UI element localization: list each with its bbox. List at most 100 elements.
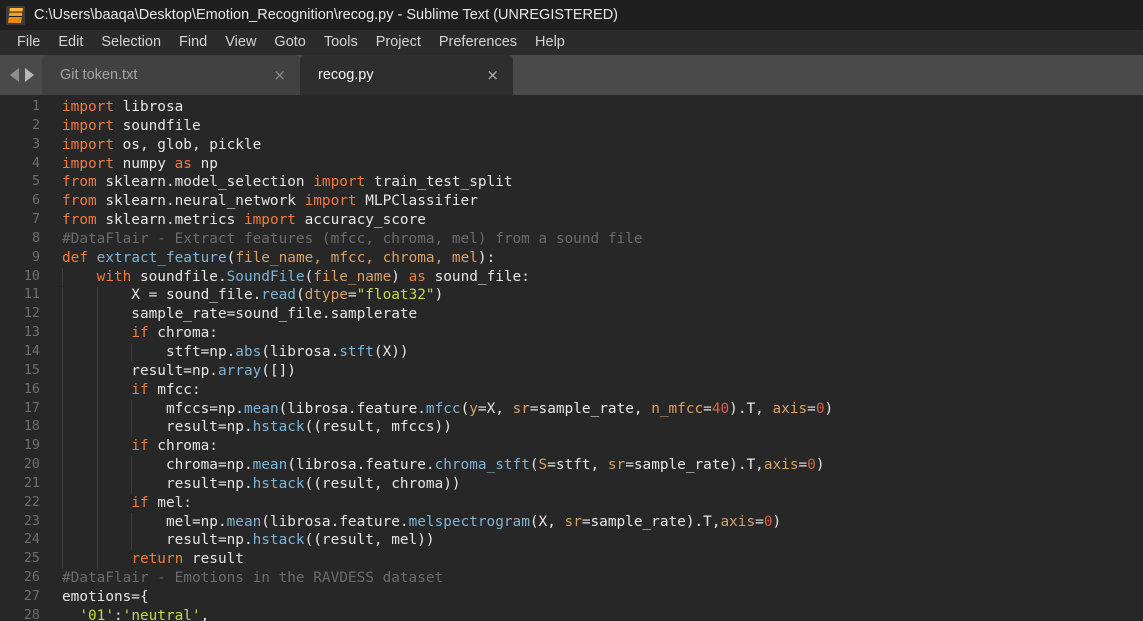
line-number: 13 xyxy=(23,325,40,341)
menu-bar: File Edit Selection Find View Goto Tools Projec… xyxy=(0,30,1143,55)
code-line: 18 result=np.hstack((result, mfccs)) xyxy=(0,418,1143,437)
menu-item-edit[interactable]: Edit xyxy=(49,30,92,55)
code-line: 13 if chroma: xyxy=(0,324,1143,343)
menu-item-help[interactable]: Help xyxy=(526,30,574,55)
code-content[interactable]: 1 import librosa 2 import soundfile 3 import … xyxy=(0,95,1143,621)
arrow-right-icon[interactable] xyxy=(25,68,34,82)
menu-item-view[interactable]: View xyxy=(216,30,265,55)
line-number: 23 xyxy=(23,513,40,529)
code-line-text[interactable]: return result xyxy=(46,550,1143,569)
line-number: 21 xyxy=(23,475,40,491)
menu-item-find[interactable]: Find xyxy=(170,30,216,55)
code-line-text[interactable]: sample_rate=sound_file.samplerate xyxy=(46,305,1143,324)
code-line-text[interactable]: if mfcc: xyxy=(46,381,1143,400)
code-line: 22 if mel: xyxy=(0,494,1143,513)
code-line: 21 result=np.hstack((result, chroma)) xyxy=(0,475,1143,494)
code-line-text[interactable]: chroma=np.mean(librosa.feature.chroma_st… xyxy=(46,456,1143,475)
menu-item-goto[interactable]: Goto xyxy=(265,30,314,55)
code-line: 20 chroma=np.mean(librosa.feature.chroma… xyxy=(0,456,1143,475)
code-line-text[interactable]: X = sound_file.read(dtype="float32") xyxy=(46,286,1143,305)
tab-git-token-txt[interactable]: Git token.txt × xyxy=(42,55,300,95)
menu-item-project[interactable]: Project xyxy=(367,30,430,55)
line-number: 26 xyxy=(23,570,40,586)
code-line-text[interactable]: #DataFlair - Emotions in the RAVDESS dat… xyxy=(46,569,1143,588)
line-number: 5 xyxy=(31,174,40,190)
code-line: 23 mel=np.mean(librosa.feature.melspectr… xyxy=(0,513,1143,532)
arrow-left-icon[interactable] xyxy=(10,68,19,82)
code-line-text[interactable]: result=np.hstack((result, chroma)) xyxy=(46,475,1143,494)
code-line-text[interactable]: import librosa xyxy=(46,98,1143,117)
code-line-text[interactable]: emotions={ xyxy=(46,588,1143,607)
line-number: 1 xyxy=(31,99,40,114)
line-number: 10 xyxy=(23,268,40,284)
code-line-text[interactable]: result=np.hstack((result, mfccs)) xyxy=(46,418,1143,437)
code-line: 25 return result xyxy=(0,550,1143,569)
sublime-text-icon xyxy=(6,5,25,25)
code-line: 8 #DataFlair - Extract features (mfcc, ch… xyxy=(0,230,1143,249)
code-line: 7 from sklearn.metrics import accuracy_sc… xyxy=(0,211,1143,230)
code-line: 9 def extract_feature(file_name, mfcc, ch… xyxy=(0,249,1143,268)
code-line-text[interactable]: mfccs=np.mean(librosa.feature.mfcc(y=X, … xyxy=(46,400,1143,419)
code-line-text[interactable]: mel=np.mean(librosa.feature.melspectrogr… xyxy=(46,513,1143,532)
menu-item-tools[interactable]: Tools xyxy=(315,30,367,55)
code-line-text[interactable]: def extract_feature(file_name, mfcc, chr… xyxy=(46,249,1143,268)
line-number: 7 xyxy=(31,212,40,228)
line-number: 20 xyxy=(23,457,40,473)
code-line: 2 import soundfile xyxy=(0,117,1143,136)
menu-item-preferences[interactable]: Preferences xyxy=(430,30,526,55)
code-line-text[interactable]: import os, glob, pickle xyxy=(46,136,1143,155)
line-number: 18 xyxy=(23,419,40,435)
line-number: 24 xyxy=(23,532,40,548)
code-line-text[interactable]: if mel: xyxy=(46,494,1143,513)
code-line-text[interactable]: stft=np.abs(librosa.stft(X)) xyxy=(46,343,1143,362)
line-number: 6 xyxy=(31,193,40,209)
code-line: 26 #DataFlair - Emotions in the RAVDESS d… xyxy=(0,569,1143,588)
line-number: 4 xyxy=(31,155,40,171)
line-number: 28 xyxy=(23,607,40,621)
code-editor[interactable]: 1 import librosa 2 import soundfile 3 import … xyxy=(0,95,1143,621)
code-line-text[interactable]: with soundfile.SoundFile(file_name) as s… xyxy=(46,268,1143,287)
code-line: 11 X = sound_file.read(dtype="float32") xyxy=(0,286,1143,305)
line-number: 16 xyxy=(23,381,40,397)
line-number: 15 xyxy=(23,362,40,378)
line-number: 27 xyxy=(23,588,40,604)
menu-item-file[interactable]: File xyxy=(8,30,49,55)
line-number: 3 xyxy=(31,136,40,152)
code-line-text[interactable]: import soundfile xyxy=(46,117,1143,136)
tab-navigation xyxy=(0,55,42,95)
code-line: 10 with soundfile.SoundFile(file_name) a… xyxy=(0,268,1143,287)
code-line-text[interactable]: from sklearn.neural_network import MLPCl… xyxy=(46,192,1143,211)
close-icon[interactable]: × xyxy=(273,67,286,83)
code-line-text[interactable]: if chroma: xyxy=(46,437,1143,456)
code-line-text[interactable]: import numpy as np xyxy=(46,155,1143,174)
code-line: 4 import numpy as np xyxy=(0,155,1143,174)
code-line: 14 stft=np.abs(librosa.stft(X)) xyxy=(0,343,1143,362)
code-line-text[interactable]: #DataFlair - Extract features (mfcc, chr… xyxy=(46,230,1143,249)
close-icon[interactable]: × xyxy=(486,67,499,83)
title-bar: C:\Users\baaqa\Desktop\Emotion_Recogniti… xyxy=(0,0,1143,30)
tab-recog-py[interactable]: recog.py × xyxy=(300,55,513,95)
menu-item-selection[interactable]: Selection xyxy=(92,30,170,55)
code-line: 1 import librosa xyxy=(0,98,1143,117)
code-line-text[interactable]: result=np.hstack((result, mel)) xyxy=(46,531,1143,550)
line-number: 25 xyxy=(23,551,40,567)
line-number: 2 xyxy=(31,117,40,133)
tab-bar: Git token.txt × recog.py × xyxy=(0,55,1143,95)
window-title: C:\Users\baaqa\Desktop\Emotion_Recogniti… xyxy=(34,7,618,23)
line-number: 11 xyxy=(23,287,40,303)
line-number: 19 xyxy=(23,438,40,454)
code-line-text[interactable]: from sklearn.metrics import accuracy_sco… xyxy=(46,211,1143,230)
code-line: 12 sample_rate=sound_file.samplerate xyxy=(0,305,1143,324)
line-number: 22 xyxy=(23,494,40,510)
code-line: 3 import os, glob, pickle xyxy=(0,136,1143,155)
code-line-text[interactable]: if chroma: xyxy=(46,324,1143,343)
tab-list: Git token.txt × recog.py × xyxy=(42,55,513,95)
code-line: 15 result=np.array([]) xyxy=(0,362,1143,381)
line-number: 17 xyxy=(23,400,40,416)
code-line: 5 from sklearn.model_selection import tra… xyxy=(0,173,1143,192)
code-line-text[interactable]: '01':'neutral', xyxy=(46,607,1143,621)
code-line-text[interactable]: from sklearn.model_selection import trai… xyxy=(46,173,1143,192)
code-line-text[interactable]: result=np.array([]) xyxy=(46,362,1143,381)
code-line: 6 from sklearn.neural_network import MLPC… xyxy=(0,192,1143,211)
code-line: 28 '01':'neutral', xyxy=(0,607,1143,621)
